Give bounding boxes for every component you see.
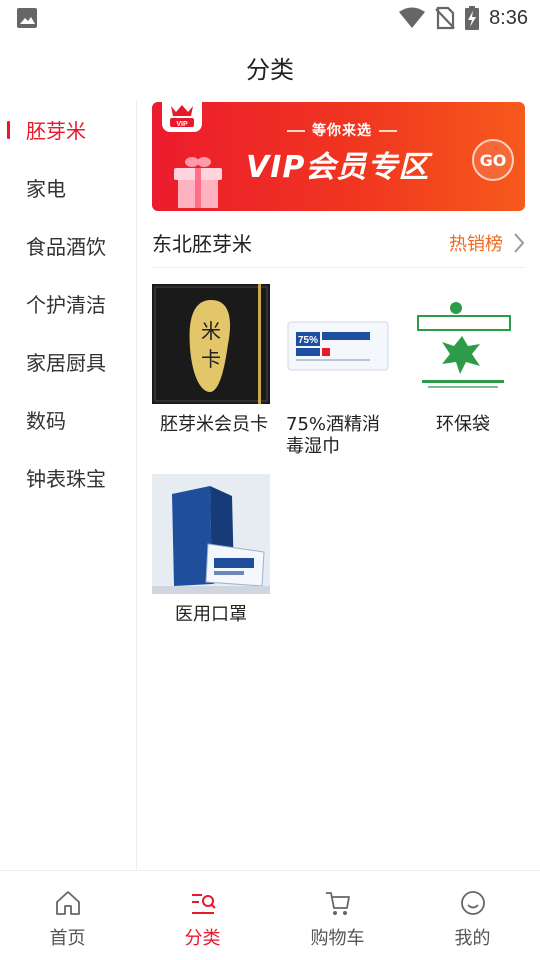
sidebar-item-personal-care[interactable]: 个护清洁 bbox=[0, 274, 136, 332]
product-card[interactable]: 环保袋 bbox=[404, 284, 522, 436]
banner-go-button[interactable]: GO bbox=[472, 139, 514, 181]
sidebar-item-label: 数码 bbox=[26, 408, 66, 433]
bottom-tab-bar: 首页 分类 购物车 我的 bbox=[0, 870, 540, 960]
banner-subtitle: 等你来选 bbox=[280, 120, 404, 140]
product-image bbox=[152, 474, 270, 594]
sidebar-item-watches-jewelry[interactable]: 钟表珠宝 bbox=[0, 448, 136, 506]
wipes-pack-percent: 75% bbox=[298, 335, 318, 346]
product-name: 75%酒精消毒湿巾 bbox=[286, 414, 381, 457]
product-name: 医用口罩 bbox=[175, 604, 247, 625]
hot-ranking-label: 热销榜 bbox=[449, 233, 503, 255]
product-name: 环保袋 bbox=[436, 414, 490, 435]
section-title: 东北胚芽米 bbox=[152, 232, 252, 256]
product-image: 米 卡 bbox=[152, 284, 270, 404]
tab-label: 我的 bbox=[454, 928, 491, 949]
sidebar-item-label: 胚芽米 bbox=[26, 118, 86, 143]
sidebar-item-label: 食品酒饮 bbox=[26, 234, 106, 259]
home-icon bbox=[55, 891, 80, 915]
vip-banner[interactable]: VIP 等你来选 VIP会员专区 GO bbox=[152, 102, 525, 211]
product-image bbox=[404, 284, 522, 404]
page-header: 分类 bbox=[0, 36, 540, 98]
tab-label: 分类 bbox=[184, 928, 221, 949]
banner-title: VIP会员专区 bbox=[246, 150, 430, 185]
sidebar-item-food-drinks[interactable]: 食品酒饮 bbox=[0, 216, 136, 274]
sidebar-item-label: 家居厨具 bbox=[26, 350, 106, 375]
hot-ranking-link[interactable]: 热销榜 bbox=[449, 230, 525, 256]
sidebar-item-home-kitchen[interactable]: 家居厨具 bbox=[0, 332, 136, 390]
product-card[interactable]: 米 卡 胚芽米会员卡 bbox=[152, 284, 270, 436]
gallery-notification-icon bbox=[17, 8, 37, 28]
category-sidebar: 胚芽米 家电 食品酒饮 个护清洁 家居厨具 数码 钟表珠宝 bbox=[0, 100, 137, 870]
section-header: 东北胚芽米 热销榜 bbox=[152, 218, 525, 268]
tab-label: 首页 bbox=[49, 928, 86, 949]
tab-category[interactable]: 分类 bbox=[135, 871, 270, 960]
gift-box-icon bbox=[174, 157, 222, 208]
sidebar-item-appliances[interactable]: 家电 bbox=[0, 158, 136, 216]
sidebar-item-label: 家电 bbox=[26, 176, 66, 201]
category-content: VIP 等你来选 VIP会员专区 GO 东北胚芽米 热销榜 米 卡 胚芽米会员卡… bbox=[137, 100, 540, 870]
no-sim-icon bbox=[435, 6, 455, 30]
category-list-icon bbox=[191, 894, 216, 914]
sidebar-item-label: 个护清洁 bbox=[26, 292, 106, 317]
tab-home[interactable]: 首页 bbox=[0, 871, 135, 960]
page-title: 分类 bbox=[246, 55, 294, 84]
battery-charging-icon bbox=[465, 6, 480, 30]
rice-card-text-1: 米 bbox=[201, 319, 221, 343]
product-card[interactable]: 75% 75%酒精消毒湿巾 bbox=[278, 284, 396, 458]
shopping-cart-icon bbox=[325, 892, 350, 915]
tab-label: 购物车 bbox=[310, 928, 365, 949]
chevron-right-icon bbox=[514, 232, 525, 253]
rice-card-text-2: 卡 bbox=[201, 347, 221, 371]
sidebar-item-germ-rice[interactable]: 胚芽米 bbox=[0, 100, 136, 158]
vip-crown-badge: VIP bbox=[162, 102, 202, 132]
product-name: 胚芽米会员卡 bbox=[160, 414, 268, 435]
tab-cart[interactable]: 购物车 bbox=[270, 871, 405, 960]
status-bar: 8:36 bbox=[0, 0, 540, 36]
smiley-profile-icon bbox=[460, 891, 485, 915]
product-image: 75% bbox=[278, 284, 396, 404]
wifi-icon bbox=[399, 7, 426, 28]
sidebar-item-label: 钟表珠宝 bbox=[26, 466, 106, 491]
status-time: 8:36 bbox=[489, 6, 528, 29]
product-card[interactable]: 医用口罩 bbox=[152, 474, 270, 626]
sidebar-item-digital[interactable]: 数码 bbox=[0, 390, 136, 448]
vip-badge-text: VIP bbox=[176, 121, 188, 128]
tab-profile[interactable]: 我的 bbox=[405, 871, 540, 960]
